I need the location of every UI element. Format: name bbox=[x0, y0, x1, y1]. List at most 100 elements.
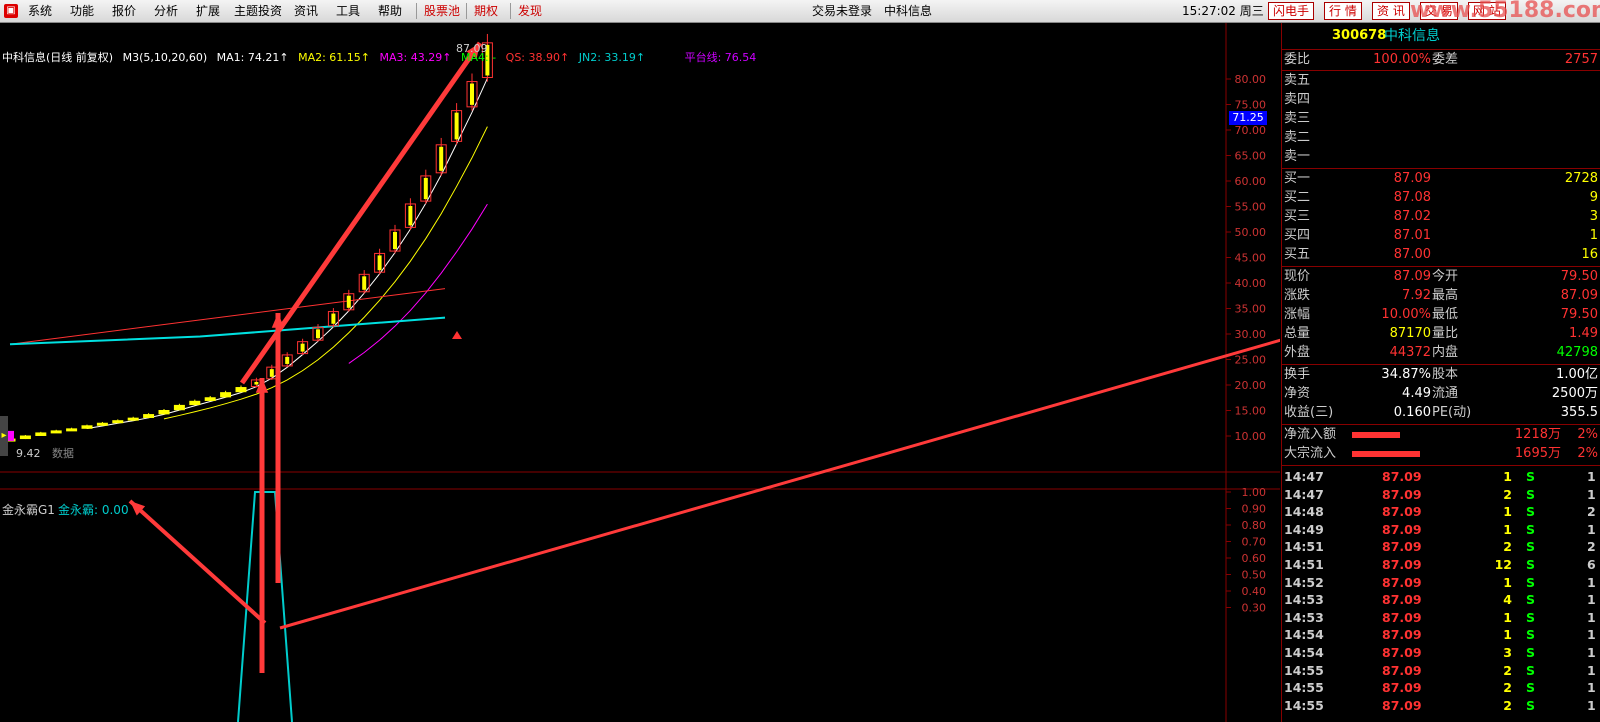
candle-fill bbox=[285, 356, 290, 364]
stat-row: 外盘 44372 内盘 42798 bbox=[1284, 345, 1598, 360]
sell-row-4: 卖四 bbox=[1284, 92, 1311, 107]
candle-body bbox=[158, 410, 170, 415]
tick-row: 14:53 87.09 1 S 1 bbox=[1284, 609, 1596, 625]
y-tick-label: 30.00 bbox=[1235, 328, 1267, 341]
chart-title: 中科信息(日线 前复权) bbox=[2, 51, 114, 64]
tick-row: 14:52 87.09 1 S 1 bbox=[1284, 574, 1596, 590]
tick-row: 14:48 87.09 1 S 2 bbox=[1284, 504, 1596, 520]
low-price-label: 9.42 bbox=[16, 447, 41, 460]
price-marker: 71.25 bbox=[1229, 111, 1267, 125]
y-tick-label: 25.00 bbox=[1235, 354, 1267, 367]
candle-body bbox=[19, 435, 31, 440]
menu-tools[interactable]: 工具 bbox=[336, 0, 360, 22]
menu-analysis[interactable]: 分析 bbox=[154, 0, 178, 22]
capital-flow-row: 大宗流入 1695万 2% bbox=[1284, 446, 1598, 461]
buy-row-1: 买一 87.09 2728 bbox=[1284, 171, 1598, 186]
menu-options[interactable]: 期权 bbox=[474, 0, 498, 22]
candle-body bbox=[96, 422, 108, 426]
flow-bar bbox=[1352, 432, 1400, 438]
y-tick-label: 10.00 bbox=[1235, 430, 1267, 443]
y-tick-label: 55.00 bbox=[1235, 201, 1267, 214]
y-tick-label: 40.00 bbox=[1235, 277, 1267, 290]
tick-row: 14:54 87.09 1 S 1 bbox=[1284, 627, 1596, 643]
stat-row: 总量 87170 量比 1.49 bbox=[1284, 326, 1598, 341]
candle-body bbox=[35, 432, 47, 436]
candle-fill bbox=[377, 255, 382, 271]
indicator-value: 金永霸: 0.00 bbox=[58, 503, 129, 517]
flash-trade-button[interactable]: 闪电手 bbox=[1268, 2, 1315, 20]
kline-chart[interactable]: 80.00 75.00 70.00 65.00 60.00 55.00 50.00 45.00… bbox=[0, 23, 1280, 722]
tick-row: 14:51 87.09 12 S 6 bbox=[1284, 557, 1596, 572]
indicator-tick-label: 0.40 bbox=[1242, 585, 1267, 598]
candle-body bbox=[50, 430, 62, 434]
high-price-label: 87.09 bbox=[456, 42, 488, 55]
capital-flow-row: 净流入额 1218万 2% bbox=[1284, 427, 1598, 442]
stock-code: 300678 bbox=[1332, 28, 1387, 43]
candle-body bbox=[204, 397, 216, 401]
trade-status: 交易未登录 bbox=[812, 4, 873, 18]
candle-body bbox=[143, 414, 155, 418]
arrow-up-right-head bbox=[271, 313, 285, 328]
candle-body bbox=[235, 387, 247, 393]
candle-fill bbox=[269, 369, 274, 377]
indicator-tick-label: 0.70 bbox=[1242, 536, 1267, 549]
candle-fill bbox=[439, 146, 444, 171]
qs-line bbox=[9, 288, 446, 345]
menu-stock-pool[interactable]: 股票池 bbox=[424, 0, 460, 22]
y-tick-label: 15.00 bbox=[1235, 405, 1267, 418]
qs-value: QS: 38.90↑ bbox=[505, 51, 570, 64]
ma2-line bbox=[163, 126, 488, 420]
tick-row: 14:47 87.09 1 S 1 bbox=[1284, 469, 1596, 484]
candle-fill bbox=[454, 112, 459, 140]
menu-quote[interactable]: 报价 bbox=[112, 0, 136, 22]
watermark-logo: www.55188.com bbox=[1410, 0, 1600, 23]
flow-bar bbox=[1352, 451, 1420, 457]
fundamental-row: 换手 34.87% 股本 1.00亿 bbox=[1284, 367, 1598, 382]
y-tick-label: 50.00 bbox=[1235, 226, 1267, 239]
menu-help[interactable]: 帮助 bbox=[378, 0, 402, 22]
menu-news[interactable]: 资讯 bbox=[294, 0, 318, 22]
buy-row-5: 买五 87.00 16 bbox=[1284, 247, 1598, 262]
y-tick-label: 20.00 bbox=[1235, 379, 1267, 392]
buy-row-4: 买四 87.01 1 bbox=[1284, 228, 1598, 243]
chart-area[interactable]: 80.00 75.00 70.00 65.00 60.00 55.00 50.00 45.00… bbox=[0, 23, 1280, 722]
tick-row: 14:53 87.09 4 S 1 bbox=[1284, 592, 1596, 608]
indicator-tick-label: 0.30 bbox=[1242, 602, 1267, 615]
candle-fill bbox=[331, 313, 336, 324]
chart-info-bar: 中科信息(日线 前复权) M3(5,10,20,60) MA1: 74.21↑ … bbox=[2, 49, 762, 64]
quote-panel: 300678 中科信息 委比 100.00% 委差 2757 卖五 卖四 卖三 卖二卖… bbox=[1281, 23, 1600, 722]
candle-body bbox=[173, 404, 185, 411]
tick-row: 14:55 87.09 2 S 1 bbox=[1284, 697, 1596, 713]
fundamental-row: 净资 4.49 流通 2500万 bbox=[1284, 386, 1598, 401]
fundamental-row: 收益(三) 0.160 PE(动) 355.5 bbox=[1284, 405, 1598, 420]
candle-fill bbox=[393, 231, 397, 250]
buy-row-2: 买二 87.08 9 bbox=[1284, 190, 1598, 205]
menu-extend[interactable]: 扩展 bbox=[196, 0, 220, 22]
quote-button[interactable]: 行 情 bbox=[1324, 2, 1362, 20]
candle-body bbox=[220, 392, 232, 398]
weibi-value: 100.00% bbox=[1373, 52, 1431, 67]
arrow-indicator bbox=[128, 499, 267, 625]
current-stock-name: 中科信息 bbox=[884, 4, 933, 18]
menu-system[interactable]: 系统 bbox=[28, 0, 52, 22]
indicator-title: 金永霸G1 bbox=[2, 503, 55, 517]
stat-row: 涨幅 10.00% 最低 79.50 bbox=[1284, 307, 1598, 322]
signal-triangle bbox=[452, 331, 462, 339]
candle-fill bbox=[423, 177, 428, 200]
news-button[interactable]: 资 讯 bbox=[1372, 2, 1410, 20]
collapse-handle[interactable]: ▸ bbox=[0, 416, 8, 456]
stat-row: 现价 87.09 今开 79.50 bbox=[1284, 269, 1598, 284]
menu-theme-invest[interactable]: 主题投资 bbox=[234, 0, 282, 22]
indicator-tick-label: 0.50 bbox=[1242, 569, 1267, 582]
candle-fill bbox=[316, 329, 320, 339]
stock-name: 中科信息 bbox=[1384, 28, 1440, 44]
y-tick-label: 75.00 bbox=[1235, 99, 1267, 112]
y-tick-label: 60.00 bbox=[1235, 175, 1267, 188]
candle-fill bbox=[408, 205, 413, 226]
menu-function[interactable]: 功能 bbox=[70, 0, 94, 22]
data-label: 数据 bbox=[52, 447, 74, 460]
candle-fill bbox=[254, 381, 259, 385]
menu-discover[interactable]: 发现 bbox=[518, 0, 542, 22]
candle-fill bbox=[362, 276, 367, 290]
arrow-to-panel bbox=[279, 338, 1280, 630]
